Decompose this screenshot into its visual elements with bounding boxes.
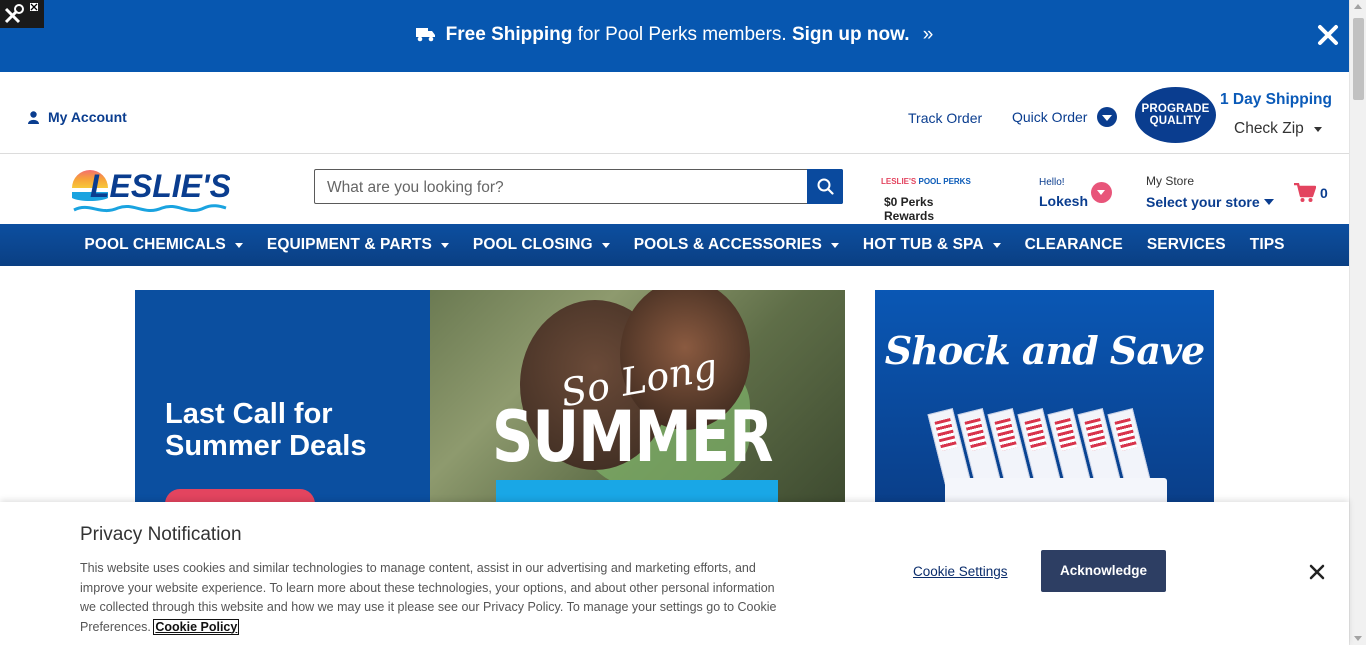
cart-count: 0: [1320, 185, 1328, 201]
site-header: LESLIE'S What are you looking for? LESLI…: [0, 155, 1349, 224]
close-privacy-icon[interactable]: [1309, 564, 1325, 580]
hero-summer-sale-image[interactable]: So Long SUMMER: [430, 290, 845, 502]
search-input[interactable]: What are you looking for?: [327, 179, 504, 197]
nav-item-label: CLEARANCE: [1024, 236, 1123, 253]
cookie-policy-link[interactable]: Cookie Policy: [153, 618, 240, 635]
pool-perks-rewards[interactable]: LESLIE'S POOL PERKS $0 Perks Rewards: [881, 177, 985, 223]
banner-big-text: SUMMER: [492, 396, 774, 478]
devtools-toggle-icon[interactable]: [0, 0, 44, 28]
nav-item-label: POOL CHEMICALS: [84, 236, 226, 253]
pool-perks-logo: LESLIE'S POOL PERKS: [881, 177, 985, 186]
hero-headline: Last Call for Summer Deals: [165, 398, 367, 462]
promo-banner[interactable]: Free Shipping for Pool Perks members. Si…: [0, 0, 1349, 72]
one-day-shipping-label: 1 Day Shipping: [1220, 91, 1332, 108]
track-order-link[interactable]: Track Order: [908, 110, 982, 126]
my-account-label: My Account: [48, 109, 127, 125]
nav-item-pool-closing[interactable]: POOL CLOSING: [461, 224, 622, 266]
nav-item-label: EQUIPMENT & PARTS: [266, 236, 432, 253]
close-promo-icon[interactable]: [1315, 22, 1341, 48]
chevron-down-icon: [1097, 107, 1118, 127]
cookie-settings-link[interactable]: Cookie Settings: [913, 564, 1008, 579]
privacy-title: Privacy Notification: [80, 524, 242, 545]
nav-item-label: TIPS: [1249, 236, 1285, 253]
caret-down-icon: [992, 242, 1001, 248]
caret-down-icon: [440, 242, 449, 248]
scrollbar-thumb[interactable]: [1353, 18, 1364, 100]
shock-and-save-banner[interactable]: Shock and Save: [875, 290, 1214, 502]
nav-item-label: POOL CLOSING: [472, 236, 593, 253]
prograde-quality-badge: PROGRADE QUALITY: [1135, 87, 1216, 143]
logo-text: LESLIE'S: [90, 168, 230, 204]
acknowledge-button[interactable]: Acknowledge: [1041, 550, 1166, 592]
search-bar[interactable]: What are you looking for?: [314, 169, 843, 204]
user-icon: [28, 110, 39, 124]
check-zip-dropdown[interactable]: Check Zip: [1234, 120, 1322, 138]
caret-down-icon: [830, 242, 839, 248]
nav-item-hot-tub-spa[interactable]: HOT TUB & SPA: [851, 224, 1013, 266]
nav-item-pools-accessories[interactable]: POOLS & ACCESSORIES: [622, 224, 851, 266]
double-chevron-right-icon: »: [922, 24, 934, 45]
page-scrollbar[interactable]: [1349, 0, 1366, 645]
nav-item-label: POOLS & ACCESSORIES: [633, 236, 822, 253]
truck-icon: [415, 26, 436, 48]
prograde-line2: QUALITY: [1149, 115, 1202, 127]
my-account-link[interactable]: My Account: [28, 109, 127, 125]
scroll-up-arrow-icon[interactable]: [1354, 4, 1362, 9]
select-store-label: Select your store: [1146, 194, 1260, 210]
nav-item-pool-chemicals[interactable]: POOL CHEMICALS: [72, 224, 254, 266]
nav-item-equipment-parts[interactable]: EQUIPMENT & PARTS: [255, 224, 461, 266]
promo-message[interactable]: Free Shipping for Pool Perks members. Si…: [0, 24, 1349, 48]
search-button[interactable]: [807, 169, 843, 204]
leslies-logo[interactable]: LESLIE'S: [70, 162, 232, 222]
main-navigation: POOL CHEMICALS EQUIPMENT & PARTS POOL CLOS…: [0, 224, 1349, 266]
caret-down-icon: [1263, 199, 1274, 205]
pool-perks-brand-prefix: LESLIE'S: [881, 177, 917, 186]
promo-members-text: for Pool Perks members.: [577, 24, 787, 45]
perks-rewards-balance: $0 Perks Rewards: [884, 195, 935, 223]
shock-and-save-title: Shock and Save: [884, 328, 1205, 373]
nav-item-label: SERVICES: [1146, 236, 1226, 253]
caret-down-icon: [601, 242, 610, 248]
my-store-label: My Store: [1146, 174, 1195, 188]
privacy-notification: Privacy Notification This website uses c…: [0, 502, 1349, 645]
nav-item-clearance[interactable]: CLEARANCE: [1013, 224, 1135, 266]
nav-item-tips[interactable]: TIPS: [1238, 224, 1297, 266]
privacy-body: This website uses cookies and similar te…: [80, 559, 790, 637]
caret-down-icon: [1313, 126, 1322, 132]
account-username[interactable]: Lokesh: [1039, 193, 1088, 209]
cart-button[interactable]: 0: [1294, 183, 1328, 203]
utility-bar: My Account Track Order Quick Order PROGR…: [0, 72, 1349, 154]
account-dropdown-icon[interactable]: [1091, 182, 1112, 203]
hero-promo-panel[interactable]: Last Call for Summer Deals: [135, 290, 430, 519]
quick-order-label: Quick Order: [1012, 109, 1088, 125]
quick-order-dropdown[interactable]: Quick Order: [1012, 107, 1118, 127]
promo-signup-link[interactable]: Sign up now.: [792, 24, 910, 45]
greeting: Hello!: [1039, 177, 1065, 188]
prograde-line1: PROGRADE: [1141, 103, 1210, 115]
caret-down-icon: [234, 242, 243, 248]
product-box-image: [945, 478, 1167, 502]
search-icon: [817, 178, 834, 195]
scroll-down-arrow-icon[interactable]: [1354, 636, 1362, 641]
sale-label-block: [496, 480, 778, 502]
nav-item-services[interactable]: SERVICES: [1135, 224, 1238, 266]
promo-free-shipping: Free Shipping: [445, 24, 573, 45]
select-store-dropdown[interactable]: Select your store: [1146, 194, 1274, 210]
pool-perks-brand-suffix: POOL PERKS: [918, 177, 971, 186]
check-zip-label: Check Zip: [1234, 120, 1304, 137]
nav-item-label: HOT TUB & SPA: [862, 236, 984, 253]
shopping-cart-icon: [1294, 183, 1316, 202]
